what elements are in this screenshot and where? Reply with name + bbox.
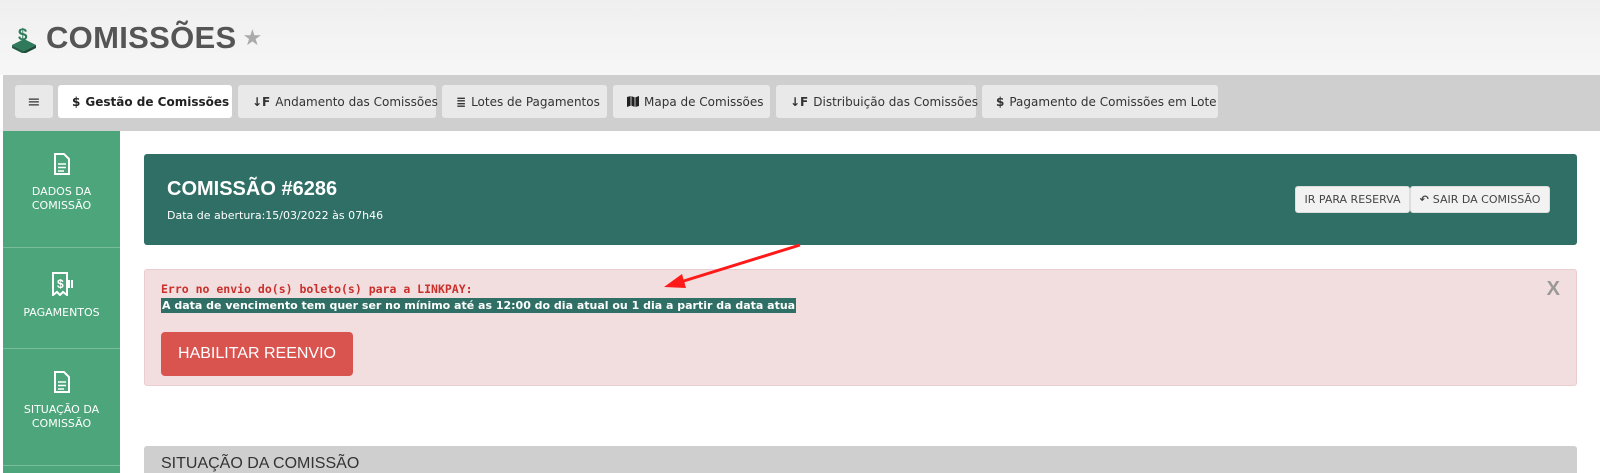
sidebar: DADOS DA COMISSÃO $ PAGAMENTOS SITUAÇÃO … xyxy=(3,131,120,473)
svg-text:$: $ xyxy=(18,25,28,44)
error-title: Erro no envio do(s) boleto(s) para a LIN… xyxy=(161,282,473,296)
tab-andamento-comissoes[interactable]: ↓F Andamento das Comissões xyxy=(238,85,438,118)
reply-icon: ↶ xyxy=(1419,193,1429,206)
enable-resend-button[interactable]: HABILITAR REENVIO xyxy=(161,332,353,376)
tab-label: Gestão de Comissões xyxy=(85,94,230,109)
dollar-icon: $ xyxy=(996,94,1005,109)
sidebar-item-label: PAGAMENTOS xyxy=(23,306,100,319)
sidebar-item-situacao[interactable]: SITUAÇÃO DA COMISSÃO xyxy=(3,349,120,466)
tab-gestao-comissoes[interactable]: $ Gestão de Comissões xyxy=(58,85,232,118)
commission-title: COMISSÃO #6286 xyxy=(167,178,338,200)
close-alert-button[interactable]: X xyxy=(1547,278,1560,301)
error-message: A data de vencimento tem quer ser no mín… xyxy=(161,298,797,313)
tab-label: Distribuição das Comissões xyxy=(813,94,978,109)
commission-banner: COMISSÃO #6286 Data de abertura:15/03/20… xyxy=(144,154,1577,245)
annotation-arrow xyxy=(664,243,801,288)
svg-text:$: $ xyxy=(57,277,64,291)
sort-icon: ↓F xyxy=(252,94,271,109)
goto-reservation-button[interactable]: IR PARA RESERVA xyxy=(1295,186,1410,213)
tab-pagamento-lote[interactable]: $ Pagamento de Comissões em Lote xyxy=(982,85,1218,118)
button-label: IR PARA RESERVA xyxy=(1304,193,1401,206)
money-stack-icon: $ xyxy=(12,25,36,53)
document-icon xyxy=(53,371,70,393)
error-alert: Erro no envio do(s) boleto(s) para a LIN… xyxy=(144,269,1577,386)
section-title: SITUAÇÃO DA COMISSÃO xyxy=(161,455,360,472)
tab-lotes-pagamentos[interactable]: ≣ Lotes de Pagamentos xyxy=(442,85,607,118)
star-icon[interactable]: ★ xyxy=(242,26,262,51)
sidebar-item-label: DADOS DA COMISSÃO xyxy=(31,185,92,212)
page-title: COMISSÕES xyxy=(46,19,237,55)
sidebar-item-dados[interactable]: DADOS DA COMISSÃO xyxy=(3,131,120,248)
document-icon xyxy=(53,153,70,175)
tab-distribuicao-comissoes[interactable]: ↓F Distribuição das Comissões xyxy=(776,85,978,118)
exit-commission-button[interactable]: ↶ SAIR DA COMISSÃO xyxy=(1410,186,1550,213)
sidebar-item-label: SITUAÇÃO DA COMISSÃO xyxy=(23,403,100,430)
tab-label: Lotes de Pagamentos xyxy=(471,94,600,109)
sidebar-item-pagamentos[interactable]: $ PAGAMENTOS xyxy=(3,248,120,349)
tab-mapa-comissoes[interactable]: Mapa de Comissões xyxy=(613,85,770,118)
menu-toggle-button[interactable]: ≡ xyxy=(15,85,53,118)
list-icon: ≣ xyxy=(456,94,467,109)
page-header: $ COMISSÕES ★ xyxy=(0,0,1600,75)
sort-icon: ↓F xyxy=(790,94,809,109)
tab-label: Andamento das Comissões xyxy=(275,94,438,109)
dollar-icon: $ xyxy=(72,94,81,109)
receipt-dollar-icon: $ xyxy=(51,272,73,296)
hamburger-icon: ≡ xyxy=(27,92,41,111)
button-label: SAIR DA COMISSÃO xyxy=(1432,193,1541,206)
tab-bar: ≡ $ Gestão de Comissões ↓F Andamento das… xyxy=(3,75,1600,131)
map-icon xyxy=(627,96,639,107)
tab-label: Mapa de Comissões xyxy=(644,94,764,109)
tab-label: Pagamento de Comissões em Lote xyxy=(1009,94,1217,109)
opening-date: Data de abertura:15/03/2022 às 07h46 xyxy=(167,209,384,222)
situation-section-header: SITUAÇÃO DA COMISSÃO xyxy=(144,446,1577,473)
